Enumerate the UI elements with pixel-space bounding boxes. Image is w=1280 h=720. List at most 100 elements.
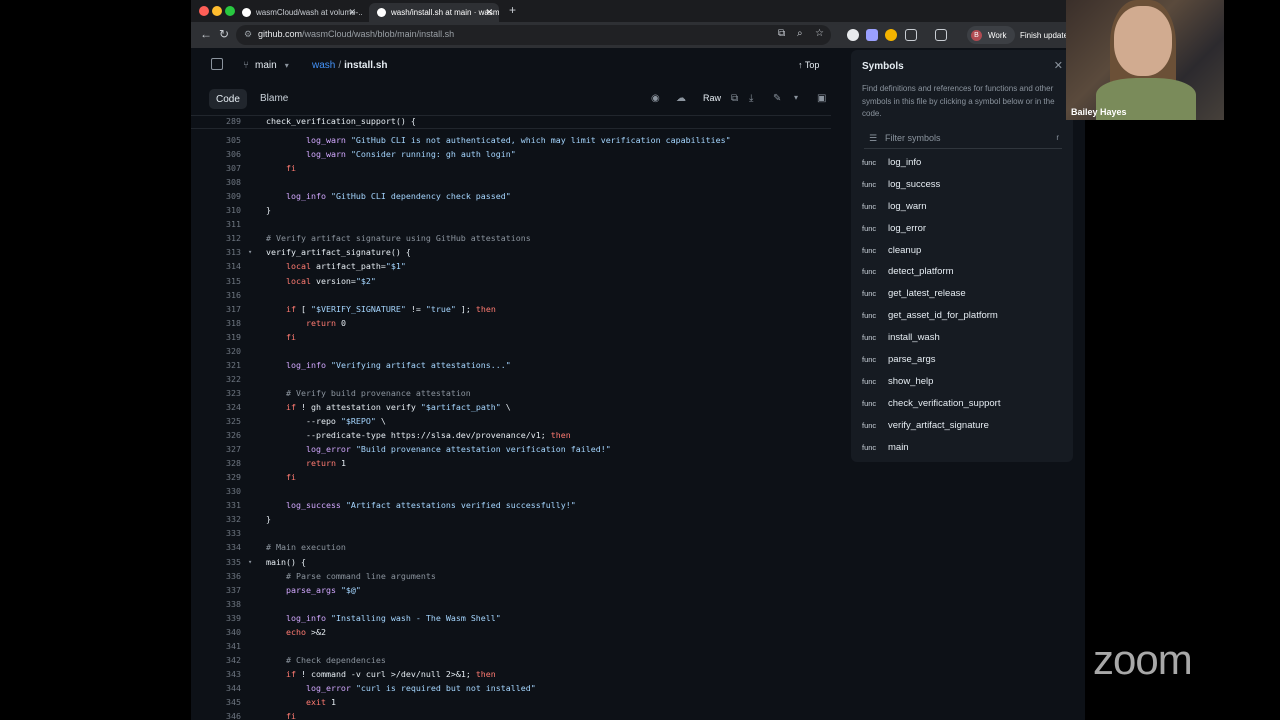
line-number[interactable]: 320 (201, 344, 241, 358)
symbol-item[interactable]: func get_asset_id_for_platform (859, 307, 1065, 329)
side-panel-icon[interactable] (935, 29, 947, 41)
tab-blame[interactable]: Blame (260, 93, 288, 104)
symbol-item[interactable]: func log_warn (859, 198, 1065, 220)
line-number[interactable]: 339 (201, 611, 241, 625)
symbol-item[interactable]: func show_help (859, 373, 1065, 395)
symbol-item[interactable]: func verify_artifact_signature (859, 417, 1065, 439)
line-number[interactable]: 305 (201, 133, 241, 147)
edit-pencil-icon[interactable]: ✎ (773, 93, 781, 104)
line-number[interactable]: 318 (201, 316, 241, 330)
line-number[interactable]: 325 (201, 414, 241, 428)
line-number[interactable]: 324 (201, 400, 241, 414)
line-number[interactable]: 332 (201, 512, 241, 526)
fold-chevron-icon[interactable]: ▾ (248, 245, 252, 259)
tab-install-sh[interactable]: wash/install.sh at main · wasm... ✕ (369, 3, 499, 22)
line-number[interactable]: 342 (201, 653, 241, 667)
top-button[interactable]: ↑ Top (798, 60, 819, 70)
line-number[interactable]: 326 (201, 428, 241, 442)
url-field[interactable]: ⚙ github.com/wasmCloud/wash/blob/main/in… (236, 25, 831, 45)
line-number[interactable]: 346 (201, 709, 241, 720)
file-tree-toggle-icon[interactable] (211, 58, 223, 70)
line-number[interactable]: 338 (201, 597, 241, 611)
symbol-name: log_info (888, 157, 922, 168)
line-number[interactable]: 335 (201, 555, 241, 569)
line-number[interactable]: 323 (201, 386, 241, 400)
close-tab-icon[interactable]: ✕ (348, 7, 356, 18)
branch-selector[interactable]: ⑂ main ▾ (243, 60, 289, 71)
extension-icon[interactable] (885, 29, 897, 41)
line-number[interactable]: 307 (201, 161, 241, 175)
line-number[interactable]: 330 (201, 484, 241, 498)
tab-code[interactable]: Code (209, 89, 247, 109)
zoom-lens-icon[interactable]: ⌕ (797, 28, 803, 39)
symbols-panel-icon[interactable]: ▣ (817, 93, 826, 104)
profile-chip[interactable]: B Work (967, 26, 1015, 44)
filter-symbols-input[interactable]: ☰ Filter symbols r (864, 130, 1062, 149)
line-number[interactable]: 322 (201, 372, 241, 386)
code-text: fi (285, 711, 296, 720)
extension-icon[interactable] (847, 29, 859, 41)
line-number[interactable]: 336 (201, 569, 241, 583)
symbol-item[interactable]: func log_success (859, 176, 1065, 198)
fold-chevron-icon[interactable]: ▾ (248, 555, 252, 569)
line-number[interactable]: 321 (201, 358, 241, 372)
download-icon[interactable]: ⤓ (749, 93, 753, 104)
line-number[interactable]: 314 (201, 259, 241, 273)
close-window-button[interactable] (199, 6, 209, 16)
symbol-item[interactable]: func check_verification_support (859, 395, 1065, 417)
line-number[interactable]: 341 (201, 639, 241, 653)
symbol-item[interactable]: func cleanup (859, 242, 1065, 264)
address-bar: ← ↻ ⚙ github.com/wasmCloud/wash/blob/mai… (191, 22, 1085, 48)
line-number[interactable]: 317 (201, 302, 241, 316)
line-number[interactable]: 309 (201, 189, 241, 203)
symbol-item[interactable]: func log_info (859, 154, 1065, 176)
back-icon[interactable]: ← (200, 27, 212, 41)
line-number[interactable]: 315 (201, 274, 241, 288)
reload-icon[interactable]: ↻ (219, 27, 229, 41)
line-number[interactable]: 308 (201, 175, 241, 189)
new-tab-icon[interactable]: + (509, 3, 516, 17)
line-number[interactable]: 312 (201, 231, 241, 245)
symbol-item[interactable]: func parse_args (859, 351, 1065, 373)
tab-wasmcloud-wash[interactable]: wasmCloud/wash at volume-... ✕ (234, 3, 362, 22)
extensions-puzzle-icon[interactable] (905, 29, 917, 41)
line-number[interactable]: 334 (201, 540, 241, 554)
line-number[interactable]: 311 (201, 217, 241, 231)
line-number[interactable]: 329 (201, 470, 241, 484)
line-number[interactable]: 345 (201, 695, 241, 709)
bookmark-star-icon[interactable]: ☆ (815, 28, 824, 39)
close-tab-icon[interactable]: ✕ (485, 7, 493, 18)
symbol-item[interactable]: func main (859, 439, 1065, 461)
code-line: 337 parse_args "$@" (191, 583, 831, 597)
copy-icon[interactable]: ⧉ (731, 93, 738, 104)
line-number[interactable]: 333 (201, 526, 241, 540)
site-info-icon[interactable]: ⚙ (244, 29, 252, 40)
line-number[interactable]: 319 (201, 330, 241, 344)
line-number[interactable]: 337 (201, 583, 241, 597)
line-number[interactable]: 331 (201, 498, 241, 512)
minimize-window-button[interactable] (212, 6, 222, 16)
copilot-icon[interactable]: ◉ (651, 93, 660, 104)
line-number[interactable]: 313 (201, 245, 241, 259)
raw-button[interactable]: Raw (703, 93, 721, 103)
line-number[interactable]: 310 (201, 203, 241, 217)
line-number[interactable]: 328 (201, 456, 241, 470)
breadcrumb-repo-link[interactable]: wash (312, 60, 335, 71)
line-number[interactable]: 306 (201, 147, 241, 161)
symbol-item[interactable]: func install_wash (859, 329, 1065, 351)
symbol-item[interactable]: func get_latest_release (859, 285, 1065, 307)
line-number[interactable]: 344 (201, 681, 241, 695)
symbol-item[interactable]: func detect_platform (859, 263, 1065, 285)
close-icon[interactable]: ✕ (1054, 59, 1063, 72)
line-number[interactable]: 289 (201, 116, 241, 128)
extension-icon[interactable] (866, 29, 878, 41)
line-number[interactable]: 316 (201, 288, 241, 302)
line-number[interactable]: 327 (201, 442, 241, 456)
install-app-icon[interactable]: ⧉ (778, 28, 785, 39)
chevron-down-icon[interactable]: ▾ (794, 93, 798, 102)
browser-window: wasmCloud/wash at volume-... ✕ wash/inst… (191, 0, 1085, 720)
copilot-chat-icon[interactable]: ☁ (676, 93, 686, 104)
line-number[interactable]: 343 (201, 667, 241, 681)
symbol-item[interactable]: func log_error (859, 220, 1065, 242)
line-number[interactable]: 340 (201, 625, 241, 639)
